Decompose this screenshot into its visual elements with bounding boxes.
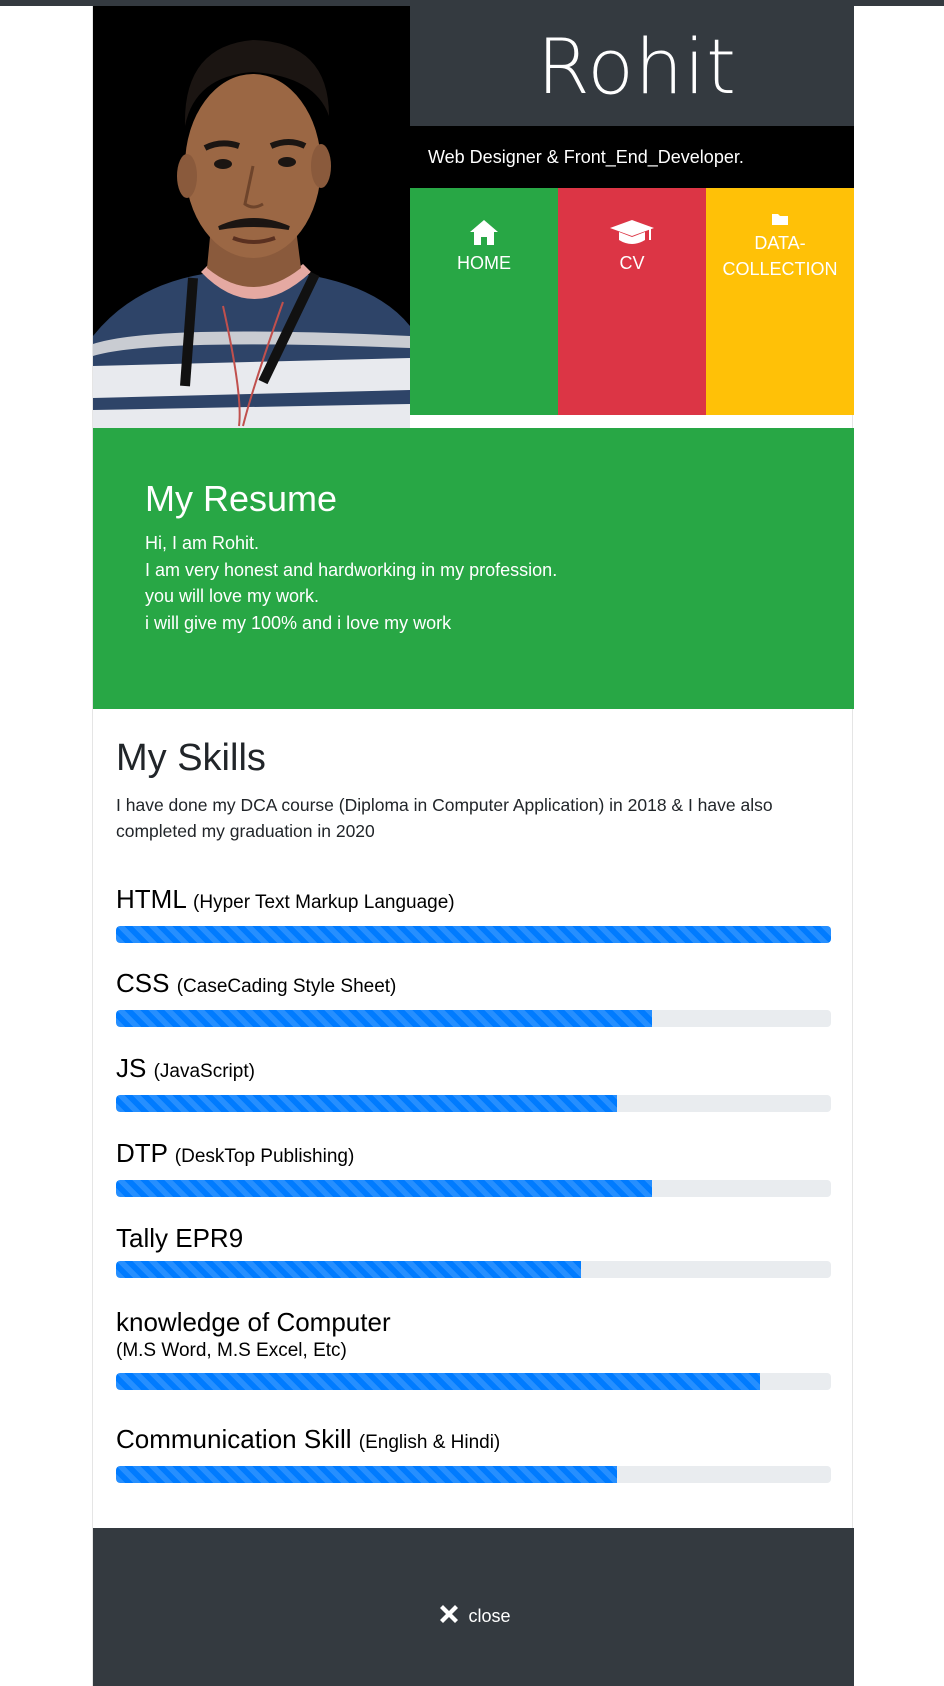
resume-section: My Resume Hi, I am Rohit. I am very hone… bbox=[93, 428, 854, 709]
skill-progress-fill bbox=[116, 1180, 653, 1197]
resume-line: you will love my work. bbox=[145, 586, 320, 606]
folder-icon bbox=[772, 214, 788, 225]
close-icon bbox=[440, 1605, 459, 1623]
skill-detail: (CaseCading Style Sheet) bbox=[176, 976, 397, 997]
resume-line: I am very honest and hardworking in my p… bbox=[145, 559, 558, 580]
skill-progress-fill bbox=[116, 926, 831, 943]
skill-item: HTML (Hyper Text Markup Language) bbox=[116, 884, 831, 943]
skill-item: Tally EPR9 bbox=[116, 1223, 831, 1278]
skill-progress-fill bbox=[116, 1466, 617, 1483]
skill-progress-bar bbox=[116, 1180, 831, 1197]
skill-title: Communication Skill (English & Hindi) bbox=[116, 1424, 831, 1458]
nav-tile-home[interactable]: HOME bbox=[410, 188, 558, 415]
resume-title: My Resume bbox=[145, 478, 338, 519]
skill-title: DTP (DeskTop Publishing) bbox=[116, 1138, 831, 1172]
skill-name: JS bbox=[116, 1053, 147, 1083]
skills-intro: I have done my DCA course (Diploma in Co… bbox=[116, 795, 773, 841]
skill-name: HTML bbox=[116, 884, 186, 914]
close-button[interactable]: close bbox=[436, 1601, 511, 1627]
skills-section: My Skills I have done my DCA course (Dip… bbox=[93, 709, 854, 844]
skill-progress-bar bbox=[116, 926, 831, 943]
skill-detail: (M.S Word, M.S Excel, Etc) bbox=[116, 1340, 347, 1361]
nav-tiles: HOME CV DATA-COLLECTION bbox=[410, 188, 854, 415]
skills-title: My Skills bbox=[116, 737, 266, 779]
home-icon bbox=[470, 220, 498, 245]
profile-name: Rohit bbox=[537, 21, 737, 111]
skill-progress-fill bbox=[116, 1261, 581, 1278]
skill-progress-fill bbox=[116, 1010, 653, 1027]
skill-item: Communication Skill (English & Hindi) bbox=[116, 1424, 831, 1483]
graduation-cap-icon bbox=[610, 220, 654, 244]
tagline-text: Web Designer & Front_End_Developer. bbox=[428, 146, 744, 167]
skill-title: Tally EPR9 bbox=[116, 1223, 831, 1253]
skill-title: HTML (Hyper Text Markup Language) bbox=[116, 884, 831, 918]
skill-item: knowledge of Computer (M.S Word, M.S Exc… bbox=[116, 1307, 831, 1390]
skill-progress-bar bbox=[116, 1466, 831, 1483]
skill-title: knowledge of Computer bbox=[116, 1307, 391, 1337]
skill-name: CSS bbox=[116, 968, 170, 998]
skill-name: Communication Skill bbox=[116, 1424, 352, 1454]
skill-progress-bar bbox=[116, 1373, 831, 1390]
nav-label-home: HOME bbox=[457, 253, 511, 273]
skill-detail: (DeskTop Publishing) bbox=[174, 1146, 355, 1167]
skill-progress-bar bbox=[116, 1010, 831, 1027]
skill-title: CSS (CaseCading Style Sheet) bbox=[116, 968, 831, 1002]
skill-progress-fill bbox=[116, 1373, 760, 1390]
resume-line: i will give my 100% and i love my work bbox=[145, 612, 452, 633]
nav-tile-cv[interactable]: CV bbox=[558, 188, 706, 415]
skill-name: Tally EPR9 bbox=[116, 1223, 244, 1253]
tagline-bar: Web Designer & Front_End_Developer. bbox=[410, 126, 854, 188]
profile-photo bbox=[93, 6, 410, 428]
nav-label-data-collection: DATA-COLLECTION bbox=[722, 233, 838, 279]
close-label: close bbox=[468, 1605, 511, 1626]
skill-progress-bar bbox=[116, 1095, 831, 1112]
skill-progress-bar bbox=[116, 1261, 831, 1278]
skill-detail: (Hyper Text Markup Language) bbox=[193, 892, 455, 913]
footer: close bbox=[93, 1528, 854, 1686]
page-container: Rohit Web Designer & Front_End_Developer… bbox=[92, 6, 854, 1686]
skill-item: DTP (DeskTop Publishing) bbox=[116, 1138, 831, 1197]
skill-title: JS (JavaScript) bbox=[116, 1053, 831, 1087]
skill-detail: (English & Hindi) bbox=[358, 1432, 501, 1453]
resume-line: Hi, I am Rohit. bbox=[145, 533, 260, 553]
skill-progress-fill bbox=[116, 1095, 617, 1112]
nav-tile-data-collection[interactable]: DATA-COLLECTION bbox=[706, 188, 854, 415]
skill-name: DTP bbox=[116, 1138, 168, 1168]
nav-label-cv: CV bbox=[619, 253, 645, 273]
skill-item: CSS (CaseCading Style Sheet) bbox=[116, 968, 831, 1027]
skill-item: JS (JavaScript) bbox=[116, 1053, 831, 1112]
header-name-box: Rohit bbox=[410, 6, 854, 126]
skill-detail: (JavaScript) bbox=[153, 1061, 255, 1082]
